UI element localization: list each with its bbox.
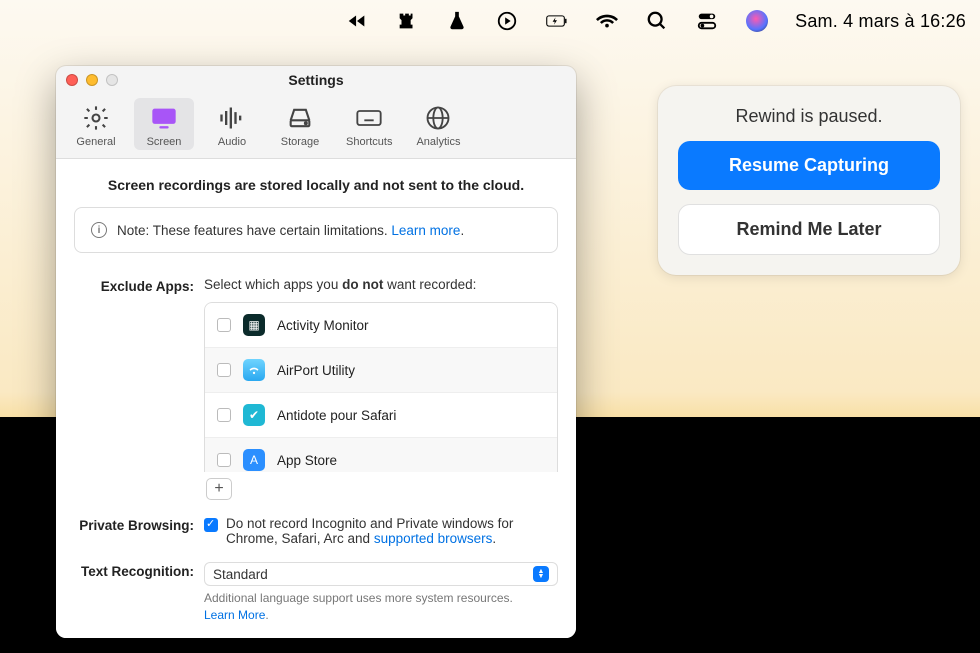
app-row[interactable]: A App Store	[205, 438, 557, 472]
app-checkbox[interactable]	[217, 318, 231, 332]
minimize-button[interactable]	[86, 74, 98, 86]
tab-screen[interactable]: Screen	[134, 98, 194, 150]
app-checkbox[interactable]	[217, 363, 231, 377]
text-recognition-select[interactable]: Standard ▲▼	[204, 562, 558, 586]
menubar-datetime[interactable]: Sam. 4 mars à 16:26	[795, 11, 966, 32]
app-icon: ✔	[243, 404, 265, 426]
settings-window: Settings General Screen Audio Storage	[56, 66, 576, 638]
learn-more-link[interactable]: Learn more	[391, 223, 460, 238]
gear-icon	[82, 104, 110, 132]
chevron-updown-icon: ▲▼	[533, 566, 549, 582]
supported-browsers-link[interactable]: supported browsers	[374, 531, 493, 546]
display-icon	[150, 104, 178, 132]
rewind-paused-notification: Rewind is paused. Resume Capturing Remin…	[658, 86, 960, 275]
app-icon: ▦	[243, 314, 265, 336]
close-button[interactable]	[66, 74, 78, 86]
app-name: AirPort Utility	[277, 363, 355, 378]
keyboard-icon	[355, 104, 383, 132]
private-browsing-text: Do not record Incognito and Private wind…	[226, 516, 558, 546]
note-box: i Note: These features have certain limi…	[74, 207, 558, 253]
tab-shortcuts[interactable]: Shortcuts	[338, 98, 400, 150]
text-recognition-label: Text Recognition:	[74, 562, 194, 624]
learn-more-link[interactable]: Learn More	[204, 608, 265, 622]
exclude-apps-label: Exclude Apps:	[74, 277, 194, 500]
chess-rook-icon[interactable]	[395, 9, 419, 33]
info-icon: i	[91, 222, 107, 238]
tab-label: Screen	[147, 136, 182, 148]
app-name: App Store	[277, 453, 337, 468]
notification-title: Rewind is paused.	[678, 106, 940, 127]
app-checkbox[interactable]	[217, 408, 231, 422]
resume-capturing-button[interactable]: Resume Capturing	[678, 141, 940, 190]
screen-headline: Screen recordings are stored locally and…	[74, 177, 558, 193]
app-icon	[243, 359, 265, 381]
waveform-icon	[218, 104, 246, 132]
private-browsing-label: Private Browsing:	[74, 516, 194, 546]
settings-toolbar: General Screen Audio Storage Shortcuts	[56, 94, 576, 159]
tab-label: Audio	[218, 136, 246, 148]
exclude-apps-list[interactable]: ▦ Activity Monitor AirPort Utility	[204, 302, 558, 472]
app-name: Activity Monitor	[277, 318, 369, 333]
private-browsing-checkbox[interactable]	[204, 518, 218, 532]
tab-audio[interactable]: Audio	[202, 98, 262, 150]
rewind-back-icon[interactable]	[345, 9, 369, 33]
app-checkbox[interactable]	[217, 453, 231, 467]
remind-me-later-button[interactable]: Remind Me Later	[678, 204, 940, 255]
note-text: Note: These features have certain limita…	[117, 223, 464, 238]
menubar: Sam. 4 mars à 16:26	[0, 0, 980, 42]
tab-label: General	[76, 136, 115, 148]
disk-icon	[286, 104, 314, 132]
zoom-button	[106, 74, 118, 86]
play-circle-icon[interactable]	[495, 9, 519, 33]
tab-general[interactable]: General	[66, 98, 126, 150]
settings-content: Screen recordings are stored locally and…	[56, 159, 576, 638]
control-center-icon[interactable]	[695, 9, 719, 33]
app-row[interactable]: ▦ Activity Monitor	[205, 303, 557, 348]
tab-label: Shortcuts	[346, 136, 392, 148]
search-icon[interactable]	[645, 9, 669, 33]
add-app-button[interactable]: +	[206, 478, 232, 500]
app-name: Antidote pour Safari	[277, 408, 396, 423]
window-titlebar: Settings	[56, 66, 576, 94]
siri-icon[interactable]	[745, 9, 769, 33]
battery-charging-icon[interactable]	[545, 9, 569, 33]
select-value: Standard	[213, 567, 268, 582]
wifi-icon[interactable]	[595, 9, 619, 33]
window-title: Settings	[56, 72, 576, 88]
app-row[interactable]: AirPort Utility	[205, 348, 557, 393]
tab-label: Storage	[281, 136, 320, 148]
app-row[interactable]: ✔ Antidote pour Safari	[205, 393, 557, 438]
globe-icon	[424, 104, 452, 132]
tab-storage[interactable]: Storage	[270, 98, 330, 150]
exclude-apps-desc: Select which apps you do not want record…	[204, 277, 558, 292]
flask-icon[interactable]	[445, 9, 469, 33]
tab-analytics[interactable]: Analytics	[408, 98, 468, 150]
text-recognition-help: Additional language support uses more sy…	[204, 590, 558, 624]
tab-label: Analytics	[416, 136, 460, 148]
app-icon: A	[243, 449, 265, 471]
